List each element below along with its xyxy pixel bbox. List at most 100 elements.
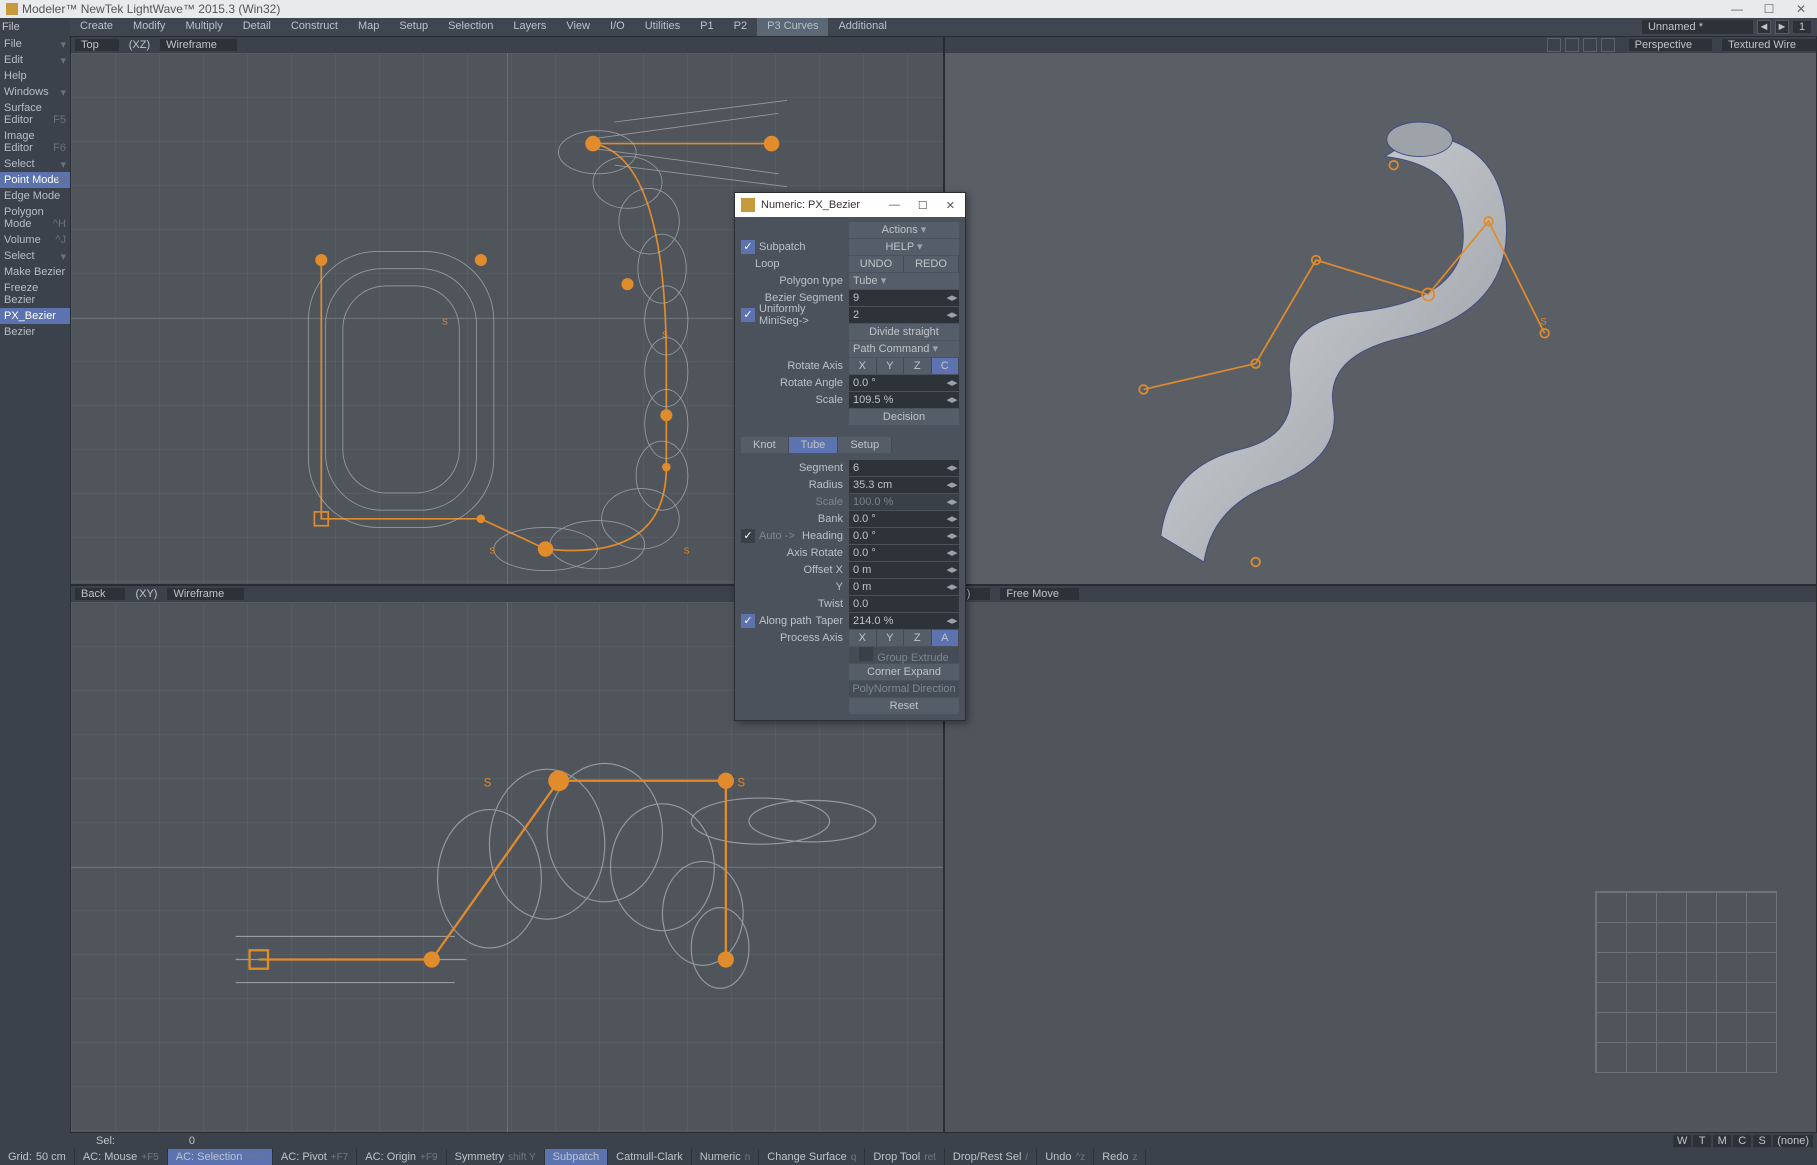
view-shading[interactable]: Wireframe (160, 39, 237, 51)
menu-tab-view[interactable]: View (556, 18, 600, 36)
status-ac-selection[interactable]: AC: Selection+F8 (168, 1149, 273, 1165)
polygon-type-dropdown[interactable]: Tube (849, 273, 959, 289)
menu-tab-detail[interactable]: Detail (233, 18, 281, 36)
dialog-minimize-button[interactable]: — (889, 199, 900, 212)
tab-setup[interactable]: Setup (838, 437, 892, 453)
side-edit[interactable]: Edit (0, 52, 70, 68)
minimize-button[interactable]: — (1721, 2, 1753, 16)
menu-tab-selection[interactable]: Selection (438, 18, 503, 36)
view-shading[interactable]: Free Move (1000, 588, 1079, 600)
dialog-maximize-button[interactable]: ☐ (918, 199, 928, 212)
selmode-C[interactable]: C (1733, 1135, 1751, 1147)
selmode-W[interactable]: W (1673, 1135, 1691, 1147)
status-drop-rest-sel[interactable]: Drop/Rest Sel/ (945, 1149, 1037, 1165)
selmode-S[interactable]: S (1753, 1135, 1771, 1147)
status-drop-tool[interactable]: Drop Toolret (865, 1149, 945, 1165)
view-camera[interactable]: Perspective (1629, 39, 1712, 51)
view-camera[interactable]: Top (75, 39, 119, 51)
status-undo[interactable]: Undo^z (1037, 1149, 1094, 1165)
fit-icon[interactable] (1601, 38, 1615, 52)
status-numeric[interactable]: Numericn (692, 1149, 760, 1165)
heading-input[interactable]: 0.0 °◂▸ (849, 528, 959, 544)
dialog-tabs[interactable]: Knot Tube Setup (741, 437, 959, 453)
menu-tab-create[interactable]: Create (70, 18, 123, 36)
side-help[interactable]: Help (0, 68, 70, 84)
menu-tab-layers[interactable]: Layers (503, 18, 556, 36)
status-ac-mouse[interactable]: AC: Mouse+F5 (75, 1149, 168, 1165)
status-subpatch[interactable]: Subpatch (545, 1149, 608, 1165)
side-select[interactable]: Select (0, 248, 70, 264)
selmode-M[interactable]: M (1713, 1135, 1731, 1147)
undo-button[interactable]: UNDO (849, 256, 904, 272)
scene-name[interactable]: Unnamed * (1642, 20, 1753, 34)
status-redo[interactable]: Redoz (1094, 1149, 1146, 1165)
decision-button[interactable]: Decision (849, 409, 959, 425)
viewport-uv[interactable]: ne) Free Move (944, 585, 1817, 1134)
close-button[interactable]: ✕ (1785, 2, 1817, 16)
viewport-perspective[interactable]: Perspective Textured Wire (944, 36, 1817, 585)
tab-tube[interactable]: Tube (789, 437, 839, 453)
subpatch-checkbox[interactable]: ✓ (741, 240, 755, 254)
selmode-T[interactable]: T (1693, 1135, 1711, 1147)
menu-tab-utilities[interactable]: Utilities (635, 18, 690, 36)
menu-tab-multiply[interactable]: Multiply (175, 18, 232, 36)
file-menu[interactable]: File (2, 21, 20, 33)
side-image-editor[interactable]: Image EditorF6 (0, 128, 70, 156)
side-point-mode[interactable]: Point Mode^G (0, 172, 70, 188)
pan-icon[interactable] (1547, 38, 1561, 52)
uniform-input[interactable]: 2◂▸ (849, 307, 959, 323)
status-change-surface[interactable]: Change Surfaceq (759, 1149, 865, 1165)
corner-expand-button[interactable]: Corner Expand (849, 664, 959, 680)
offsetx-input[interactable]: 0 m◂▸ (849, 562, 959, 578)
loop-button[interactable]: Loop (755, 258, 849, 270)
menu-tab-p1[interactable]: P1 (690, 18, 723, 36)
side-px-bezier[interactable]: PX_Bezier (0, 308, 70, 324)
menu-tab-setup[interactable]: Setup (389, 18, 438, 36)
status-ac-pivot[interactable]: AC: Pivot+F7 (273, 1149, 357, 1165)
bezier-segment-input[interactable]: 9◂▸ (849, 290, 959, 306)
twist-input[interactable]: 0.0 (849, 596, 959, 612)
rotate-icon[interactable] (1565, 38, 1579, 52)
scene-next-button[interactable]: ► (1775, 20, 1789, 34)
segment-input[interactable]: 6◂▸ (849, 460, 959, 476)
offsety-input[interactable]: 0 m◂▸ (849, 579, 959, 595)
process-axis-select[interactable]: XYZA (849, 630, 959, 646)
side-make-bezier[interactable]: Make Bezier (0, 264, 70, 280)
rotate-angle-input[interactable]: 0.0 °◂▸ (849, 375, 959, 391)
side-edge-mode[interactable]: Edge Mode (0, 188, 70, 204)
auto-checkbox[interactable]: ✓ (741, 529, 755, 543)
menu-tab-i/o[interactable]: I/O (600, 18, 635, 36)
side-file[interactable]: File (0, 36, 70, 52)
help-dropdown[interactable]: HELP (849, 239, 959, 255)
view-shading[interactable]: Textured Wire (1722, 39, 1816, 51)
maximize-button[interactable]: ☐ (1753, 2, 1785, 16)
menu-tab-p2[interactable]: P2 (724, 18, 757, 36)
side-select[interactable]: Select (0, 156, 70, 172)
side-volume[interactable]: Volume^J (0, 232, 70, 248)
scale-input[interactable]: 109.5 %◂▸ (849, 392, 959, 408)
taper-input[interactable]: 214.0 %◂▸ (849, 613, 959, 629)
menu-tab-additional[interactable]: Additional (828, 18, 896, 36)
uniform-checkbox[interactable]: ✓ (741, 308, 755, 322)
tab-knot[interactable]: Knot (741, 437, 789, 453)
side-windows[interactable]: Windows (0, 84, 70, 100)
along-path-checkbox[interactable]: ✓ (741, 614, 755, 628)
reset-button[interactable]: Reset (849, 698, 959, 714)
status-symmetry[interactable]: Symmetryshift Y (447, 1149, 545, 1165)
dialog-titlebar[interactable]: Numeric: PX_Bezier — ☐ ✕ (735, 193, 965, 217)
bank-input[interactable]: 0.0 °◂▸ (849, 511, 959, 527)
view-shading[interactable]: Wireframe (167, 588, 244, 600)
menu-tab-map[interactable]: Map (348, 18, 389, 36)
side-surface-editor[interactable]: Surface EditorF5 (0, 100, 70, 128)
radius-input[interactable]: 35.3 cm◂▸ (849, 477, 959, 493)
side-freeze-bezier[interactable]: Freeze Bezier (0, 280, 70, 308)
menu-tab-modify[interactable]: Modify (123, 18, 175, 36)
dialog-close-button[interactable]: ✕ (946, 199, 955, 212)
side-bezier[interactable]: Bezier (0, 324, 70, 340)
layer-number[interactable]: 1 (1793, 21, 1811, 33)
path-command-dropdown[interactable]: Path Command (849, 341, 959, 357)
status-ac-origin[interactable]: AC: Origin+F9 (357, 1149, 446, 1165)
redo-button[interactable]: REDO (904, 256, 959, 272)
menu-tab-p3-curves[interactable]: P3 Curves (757, 18, 828, 36)
status-catmull-clark[interactable]: Catmull-Clark (608, 1149, 692, 1165)
